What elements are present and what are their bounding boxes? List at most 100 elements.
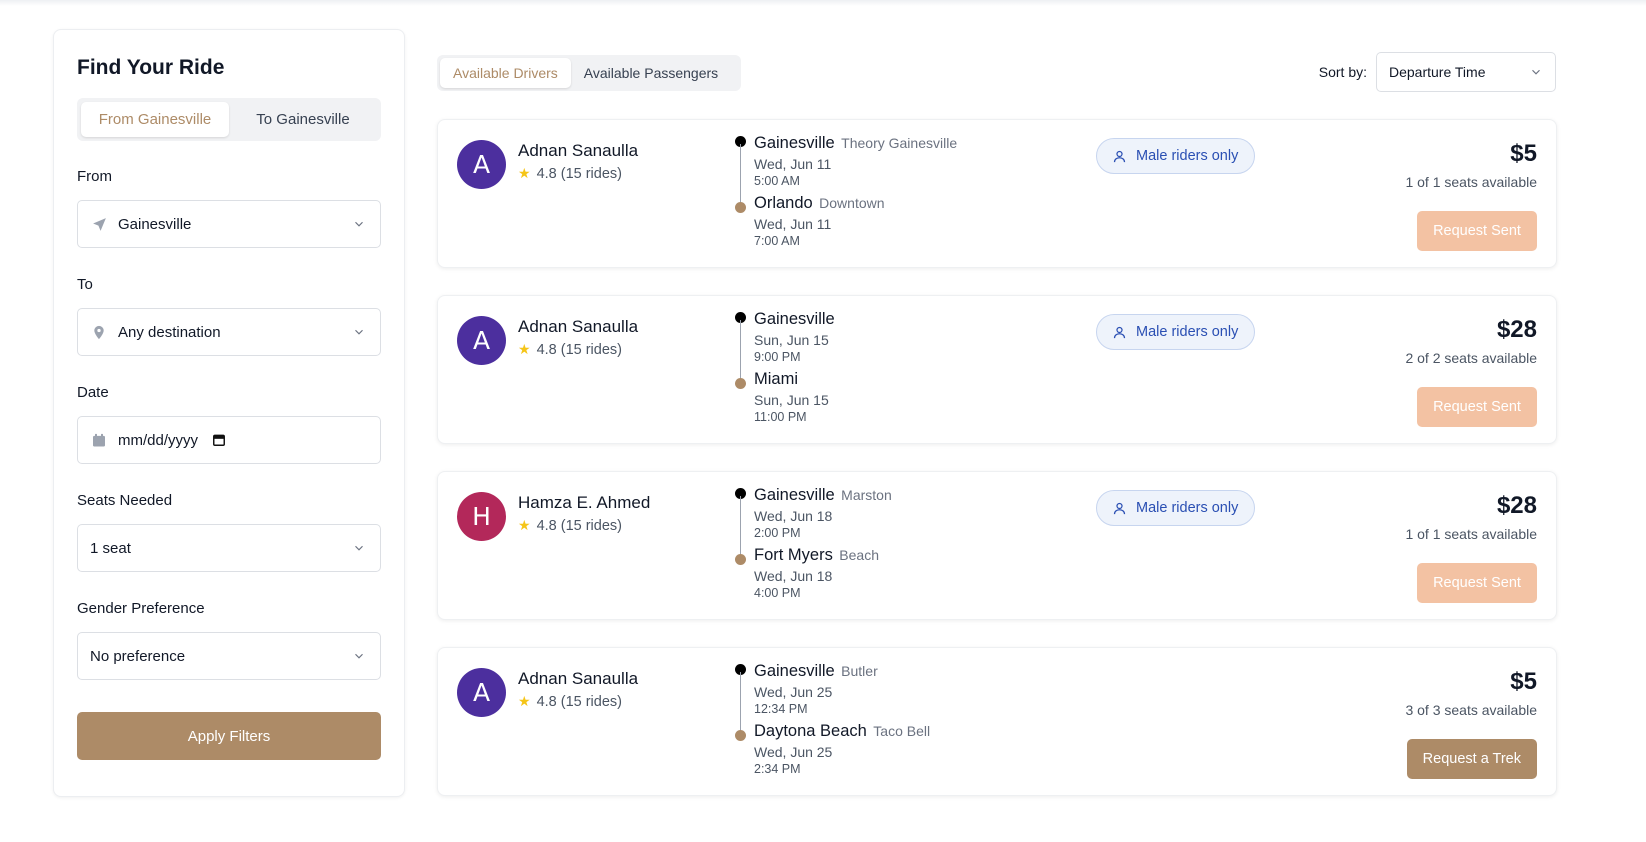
driver-rating: ★ 4.8 (15 rides) xyxy=(518,517,622,534)
route-timeline: Gainesville Sun, Jun 15 9:00 PM Miami Su… xyxy=(735,310,1065,440)
destination-stop: Miami Sun, Jun 15 11:00 PM xyxy=(754,370,829,424)
avatar: A xyxy=(457,668,506,717)
route-timeline: Gainesville Marston Wed, Jun 18 2:00 PM … xyxy=(735,486,1065,616)
request-sent-button[interactable]: Request Sent xyxy=(1417,211,1537,251)
destination-date: Wed, Jun 18 xyxy=(754,568,833,584)
tab-available-drivers[interactable]: Available Drivers xyxy=(440,58,571,88)
destination-sub: Beach xyxy=(839,547,879,563)
route-timeline: Gainesville Theory Gainesville Wed, Jun … xyxy=(735,134,1065,264)
navigation-arrow-icon xyxy=(90,215,108,233)
price-area: $28 2 of 2 seats available xyxy=(1405,316,1537,366)
origin-sub: Theory Gainesville xyxy=(841,135,958,151)
seats-label: Seats Needed xyxy=(77,492,173,509)
origin-date: Sun, Jun 15 xyxy=(754,332,829,348)
seats-available: 2 of 2 seats available xyxy=(1405,350,1537,366)
origin-date: Wed, Jun 25 xyxy=(754,684,833,700)
destination-city: Orlando xyxy=(754,194,813,212)
seats-available: 1 of 1 seats available xyxy=(1405,526,1537,542)
ride-card: A Adnan Sanaulla ★ 4.8 (15 rides) Gainesv… xyxy=(437,119,1557,268)
destination-stop: Orlando Downtown Wed, Jun 11 7:00 AM xyxy=(754,194,885,248)
sort-select[interactable]: Departure Time xyxy=(1376,52,1556,92)
gender-select[interactable]: No preference xyxy=(77,632,381,680)
tab-available-passengers[interactable]: Available Passengers xyxy=(571,58,731,88)
request-sent-button[interactable]: Request Sent xyxy=(1417,387,1537,427)
seats-select[interactable]: 1 seat xyxy=(77,524,381,572)
ride-price: $28 xyxy=(1496,492,1537,519)
rating-text: 4.8 (15 rides) xyxy=(536,517,622,534)
avatar: H xyxy=(457,492,506,541)
destination-time: 7:00 AM xyxy=(754,234,800,248)
listing-tabs: Available Drivers Available Passengers xyxy=(437,55,741,91)
destination-date: Wed, Jun 11 xyxy=(754,216,832,232)
date-picker-icon[interactable] xyxy=(212,433,226,447)
rating-text: 4.8 (15 rides) xyxy=(536,693,622,710)
ride-price: $5 xyxy=(1510,140,1537,167)
direction-from-gainesville[interactable]: From Gainesville xyxy=(81,102,229,137)
origin-sub: Marston xyxy=(841,487,892,503)
route-line xyxy=(740,672,741,732)
destination-time: 4:00 PM xyxy=(754,586,801,600)
star-icon: ★ xyxy=(518,517,531,533)
ride-price: $5 xyxy=(1510,668,1537,695)
request-trek-button[interactable]: Request a Trek xyxy=(1406,739,1537,779)
to-select[interactable]: Any destination xyxy=(77,308,381,356)
top-shadow xyxy=(0,0,1646,6)
origin-time: 12:34 PM xyxy=(754,702,808,716)
filter-sidebar: Find Your Ride From Gainesville To Gaine… xyxy=(53,29,405,797)
origin-date: Wed, Jun 11 xyxy=(754,156,832,172)
gender-value: No preference xyxy=(90,647,186,665)
to-value: Any destination xyxy=(118,323,221,341)
date-placeholder: mm/dd/yyyy xyxy=(118,431,199,449)
driver-name: Adnan Sanaulla xyxy=(518,317,639,336)
ride-card: A Adnan Sanaulla ★ 4.8 (15 rides) Gainesv… xyxy=(437,295,1557,444)
request-sent-button[interactable]: Request Sent xyxy=(1417,563,1537,603)
destination-date: Sun, Jun 15 xyxy=(754,392,829,408)
destination-stop: Fort Myers Beach Wed, Jun 18 4:00 PM xyxy=(754,546,879,600)
date-label: Date xyxy=(77,384,109,401)
destination-sub: Downtown xyxy=(819,195,885,211)
origin-city: Gainesville xyxy=(754,310,835,328)
driver-rating: ★ 4.8 (15 rides) xyxy=(518,693,622,710)
destination-dot xyxy=(735,378,746,389)
price-area: $5 3 of 3 seats available xyxy=(1405,668,1537,718)
destination-city: Miami xyxy=(754,370,798,388)
origin-time: 9:00 PM xyxy=(754,350,801,364)
direction-to-gainesville[interactable]: To Gainesville xyxy=(229,102,377,137)
sidebar-title: Find Your Ride xyxy=(77,56,225,79)
star-icon: ★ xyxy=(518,693,531,709)
chevron-down-icon xyxy=(355,221,363,227)
route-timeline: Gainesville Butler Wed, Jun 25 12:34 PM … xyxy=(735,662,1065,792)
from-label: From xyxy=(77,168,112,185)
sort-label: Sort by: xyxy=(1318,64,1367,80)
destination-dot xyxy=(735,202,746,213)
ride-price: $28 xyxy=(1496,316,1537,343)
driver-rating: ★ 4.8 (15 rides) xyxy=(518,165,622,182)
driver-name: Adnan Sanaulla xyxy=(518,141,639,160)
preference-text: Male riders only xyxy=(1136,500,1239,516)
user-icon xyxy=(1113,502,1126,514)
seats-available: 3 of 3 seats available xyxy=(1405,702,1537,718)
chevron-down-icon xyxy=(355,329,363,335)
destination-date: Wed, Jun 25 xyxy=(754,744,833,760)
date-input[interactable]: mm/dd/yyyy xyxy=(77,416,381,464)
origin-city: Gainesville xyxy=(754,134,835,152)
seats-value: 1 seat xyxy=(90,539,131,557)
route-line xyxy=(740,320,741,380)
gender-label: Gender Preference xyxy=(77,600,205,617)
apply-filters-button[interactable]: Apply Filters xyxy=(77,712,381,760)
destination-city: Fort Myers xyxy=(754,546,833,564)
route-line xyxy=(740,144,741,204)
direction-toggle: From Gainesville To Gainesville xyxy=(77,98,381,141)
origin-city: Gainesville xyxy=(754,662,835,680)
ride-card: A Adnan Sanaulla ★ 4.8 (15 rides) Gainesv… xyxy=(437,647,1557,796)
origin-date: Wed, Jun 18 xyxy=(754,508,833,524)
route-line xyxy=(740,496,741,556)
from-select[interactable]: Gainesville xyxy=(77,200,381,248)
sort-bar: Sort by: Departure Time xyxy=(1319,52,1556,92)
rating-text: 4.8 (15 rides) xyxy=(536,165,622,182)
preference-text: Male riders only xyxy=(1136,324,1239,340)
user-icon xyxy=(1113,326,1126,338)
seats-available: 1 of 1 seats available xyxy=(1405,174,1537,190)
chevron-down-icon xyxy=(355,545,363,551)
destination-city: Daytona Beach xyxy=(754,722,867,740)
